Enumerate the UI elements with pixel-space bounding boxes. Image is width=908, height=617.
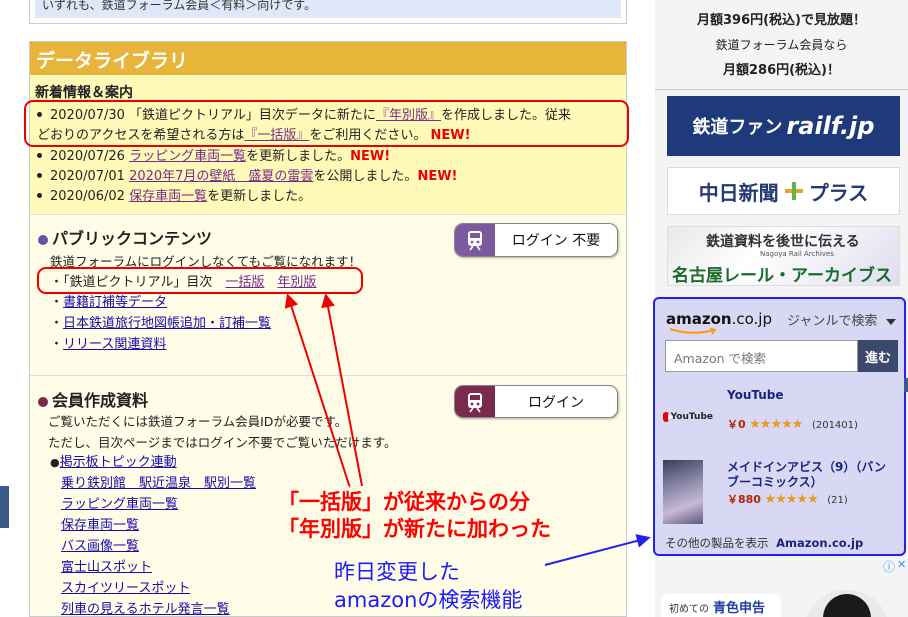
page: { "top_notice": "いずれも、鉄道フォーラム会員＜有料＞向けです。… <box>0 0 908 617</box>
red-arrow <box>321 293 363 487</box>
blue-arrow <box>544 534 651 566</box>
annotation-blue-2: amazonの検索機能 <box>334 588 523 612</box>
annotation-red-2: 「年別版」が新たに加わった <box>278 513 551 543</box>
annotation-red-1: 「一括版」が従来からの分 <box>278 486 530 516</box>
annotation-blue-1: 昨日変更した <box>334 560 460 584</box>
red-arrow <box>284 293 351 489</box>
